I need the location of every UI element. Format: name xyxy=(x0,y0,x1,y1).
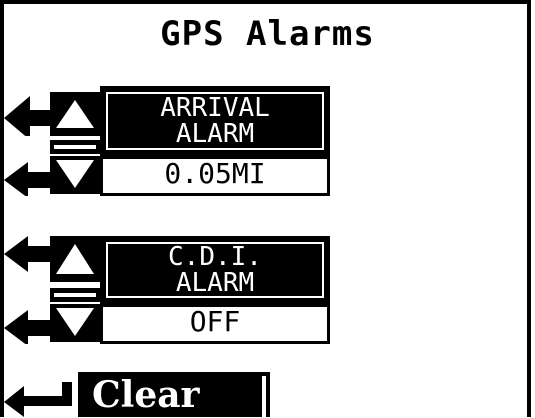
equals-icon xyxy=(50,288,100,302)
clear-button[interactable]: Clear xyxy=(78,372,270,417)
return-arrow-icon xyxy=(4,382,72,417)
cdi-alarm-value: OFF xyxy=(189,305,241,338)
cdi-alarm-label-line2: ALARM xyxy=(175,268,255,298)
cdi-alarm-label-line1: C.D.I. xyxy=(168,242,262,272)
cdi-alarm-value-field[interactable]: OFF xyxy=(100,304,330,344)
cdi-alarm-decrease-icon[interactable] xyxy=(0,304,100,344)
arrival-alarm-label-line1: ARRIVAL xyxy=(160,93,270,123)
screen-frame xyxy=(0,0,531,417)
equals-icon xyxy=(50,140,100,154)
arrival-alarm-decrease-icon[interactable] xyxy=(0,156,100,196)
cdi-alarm-label: C.D.I. ALARM xyxy=(100,236,330,304)
arrival-alarm-value-field[interactable]: 0.05MI xyxy=(100,156,330,196)
button-edge xyxy=(262,376,266,417)
arrival-alarm-label: ARRIVAL ALARM xyxy=(100,86,330,156)
clear-button-label: Clear xyxy=(92,374,200,416)
cdi-alarm-increase-icon[interactable] xyxy=(0,230,100,282)
arrival-alarm-increase-icon[interactable] xyxy=(0,88,100,136)
page-title: GPS Alarms xyxy=(160,14,375,54)
arrival-alarm-label-line2: ALARM xyxy=(175,119,255,149)
arrival-alarm-value: 0.05MI xyxy=(164,157,266,190)
